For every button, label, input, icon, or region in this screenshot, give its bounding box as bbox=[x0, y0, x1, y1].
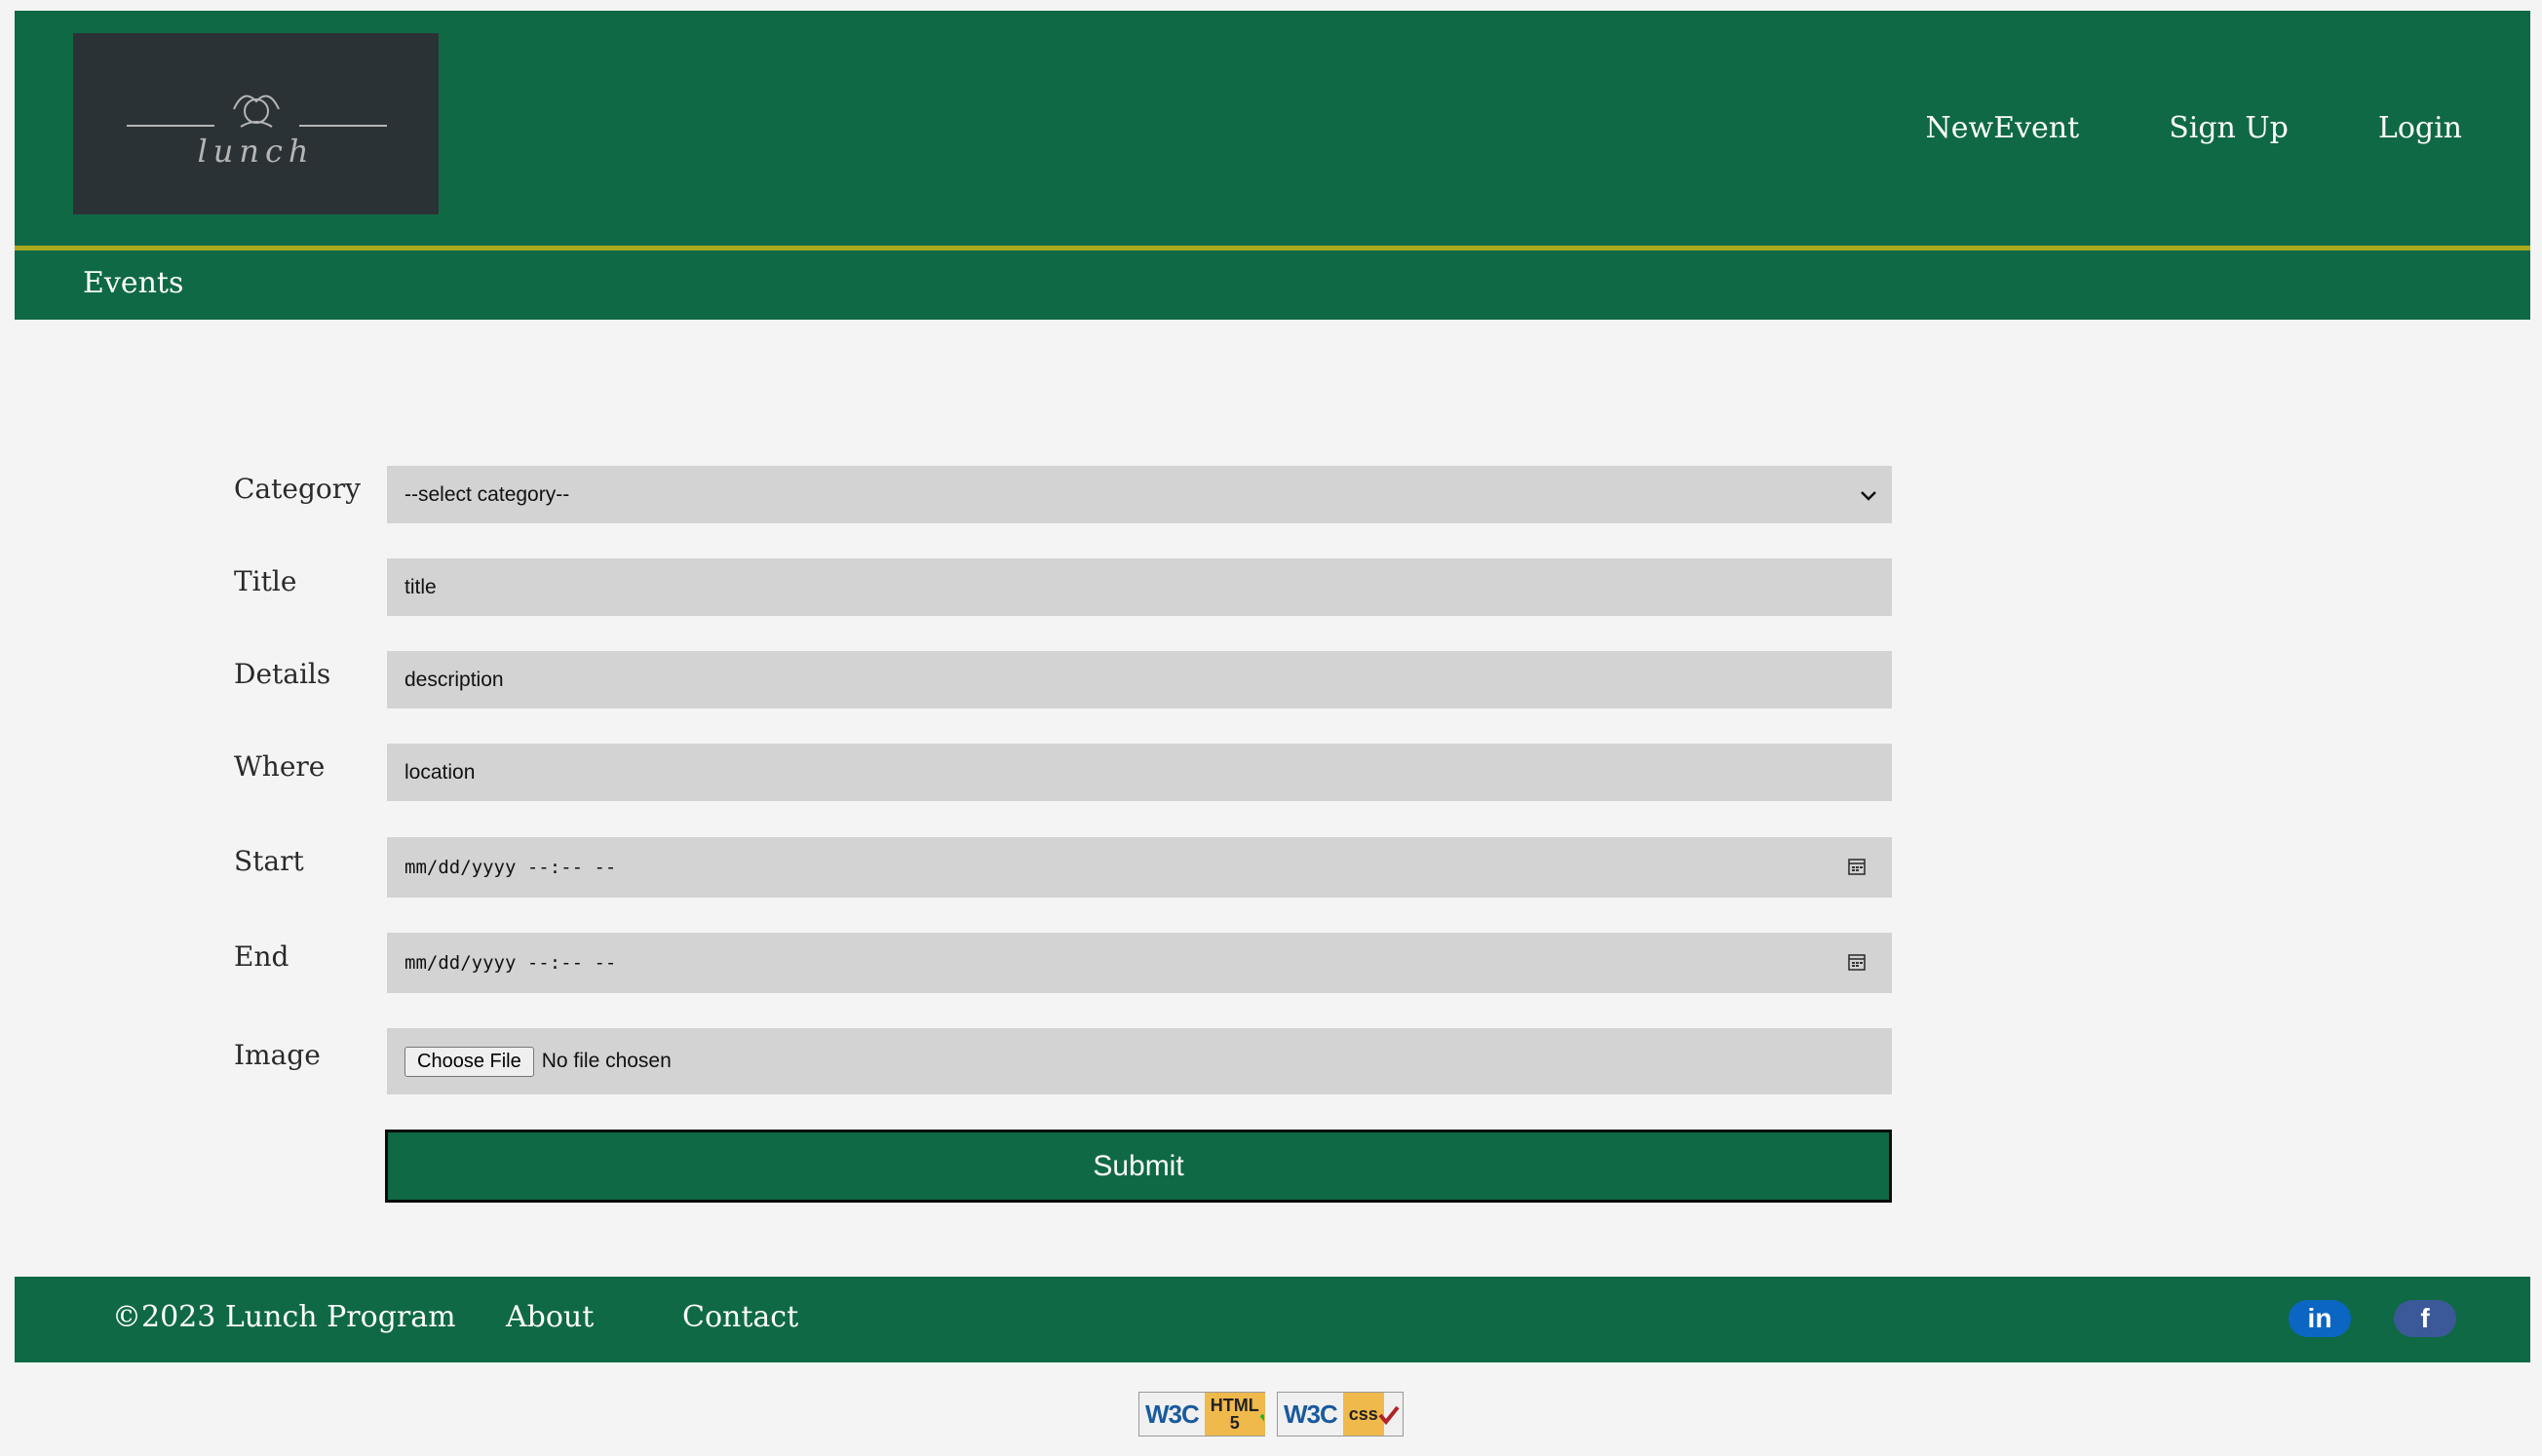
linkedin-icon[interactable]: in bbox=[2289, 1300, 2351, 1337]
sub-nav-bar: Events bbox=[15, 250, 2530, 320]
start-label: Start bbox=[234, 845, 304, 877]
image-label: Image bbox=[234, 1039, 321, 1071]
calendar-icon[interactable] bbox=[1847, 952, 1867, 972]
choose-file-button[interactable]: Choose File bbox=[404, 1046, 534, 1077]
details-input[interactable]: description bbox=[387, 651, 1892, 709]
w3c-html5-badge[interactable]: W3C HTML 5 bbox=[1138, 1392, 1265, 1437]
category-select[interactable]: --select category-- bbox=[387, 466, 1892, 523]
html-label: HTML bbox=[1210, 1396, 1259, 1415]
start-value: mm/dd/yyyy --:-- -- bbox=[404, 857, 617, 878]
category-label: Category bbox=[234, 473, 361, 505]
site-footer: ©2023 Lunch Program About Contact in f bbox=[15, 1277, 2530, 1362]
end-datetime-input[interactable]: mm/dd/yyyy --:-- -- bbox=[387, 933, 1892, 993]
title-input[interactable]: title bbox=[387, 558, 1892, 616]
category-selected-value: --select category-- bbox=[404, 482, 570, 506]
nav-new-event[interactable]: NewEvent bbox=[1926, 111, 2080, 145]
details-label: Details bbox=[234, 658, 331, 690]
lunch-logo[interactable]: lunch bbox=[73, 33, 439, 214]
file-status: No file chosen bbox=[541, 1050, 672, 1072]
footer-about-link[interactable]: About bbox=[506, 1300, 594, 1334]
submit-button[interactable]: Submit bbox=[385, 1130, 1892, 1203]
facebook-icon[interactable]: f bbox=[2394, 1300, 2456, 1337]
linkedin-label: in bbox=[2307, 1303, 2332, 1333]
nav-sign-up[interactable]: Sign Up bbox=[2169, 111, 2289, 145]
main-nav: NewEvent Sign Up Login bbox=[1926, 111, 2462, 145]
start-datetime-input[interactable]: mm/dd/yyyy --:-- -- bbox=[387, 837, 1892, 898]
sub-nav-events[interactable]: Events bbox=[83, 266, 183, 300]
where-placeholder: location bbox=[404, 760, 476, 784]
calendar-icon[interactable] bbox=[1847, 857, 1867, 876]
site-header: lunch NewEvent Sign Up Login bbox=[15, 11, 2530, 246]
chevron-down-icon bbox=[1861, 491, 1876, 501]
details-placeholder: description bbox=[404, 668, 504, 691]
title-placeholder: title bbox=[404, 575, 437, 598]
footer-copyright: ©2023 Lunch Program bbox=[112, 1300, 456, 1334]
check-icon bbox=[1378, 1405, 1400, 1425]
end-value: mm/dd/yyyy --:-- -- bbox=[404, 952, 617, 974]
footer-contact-link[interactable]: Contact bbox=[682, 1300, 798, 1334]
end-label: End bbox=[234, 940, 289, 973]
html-version: 5 bbox=[1229, 1413, 1240, 1433]
title-label: Title bbox=[234, 565, 297, 597]
w3c-css-badge[interactable]: W3C css bbox=[1277, 1392, 1404, 1437]
html5-tag: HTML 5 bbox=[1204, 1393, 1265, 1436]
where-input[interactable]: location bbox=[387, 744, 1892, 801]
check-icon bbox=[1259, 1413, 1264, 1422]
facebook-label: f bbox=[2420, 1303, 2430, 1333]
nav-login[interactable]: Login bbox=[2378, 111, 2462, 145]
logo-mark-icon bbox=[127, 95, 387, 128]
w3c-logo: W3C bbox=[1284, 1399, 1338, 1429]
image-file-input: Choose File No file chosen bbox=[387, 1028, 1892, 1094]
w3c-logo: W3C bbox=[1145, 1399, 1200, 1429]
css-label: css bbox=[1348, 1404, 1378, 1424]
where-label: Where bbox=[234, 750, 326, 783]
logo-text: lunch bbox=[197, 133, 315, 170]
